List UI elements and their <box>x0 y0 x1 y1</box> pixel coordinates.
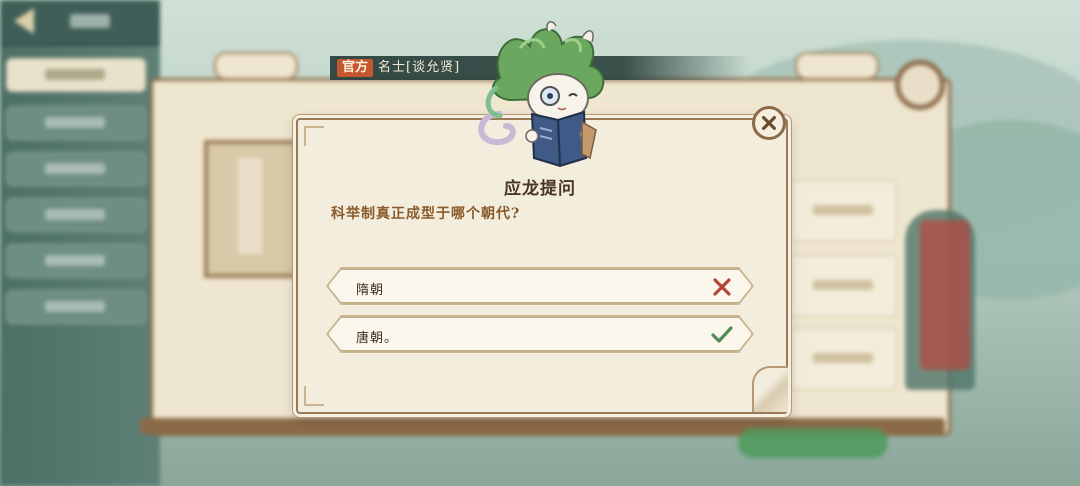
bg-tile <box>790 255 897 317</box>
speaker-name: 名士[谈允贤] <box>378 60 461 75</box>
page-curl <box>752 366 788 412</box>
official-badge: 官方 <box>337 59 374 77</box>
yinglong-mascot <box>478 21 605 168</box>
dialog-title: 应龙提问 <box>504 179 576 199</box>
question-text: 科举制真正成型于哪个朝代? <box>331 206 521 222</box>
answer-option-1[interactable]: 隋朝 <box>328 269 752 303</box>
answer-option-2[interactable]: 唐朝。 <box>328 317 752 351</box>
option-label: 唐朝。 <box>356 331 399 346</box>
bg-tile <box>790 328 897 390</box>
option-label: 隋朝 <box>356 283 385 298</box>
close-icon <box>762 116 776 130</box>
side-menu-item[interactable] <box>6 58 146 92</box>
left-menu-panel <box>0 0 160 486</box>
scroll-knob <box>895 60 945 110</box>
back-arrow-icon[interactable] <box>14 8 34 34</box>
top-back-bar <box>0 0 160 46</box>
side-menu-item[interactable] <box>6 290 146 324</box>
side-menu-item[interactable] <box>6 106 146 140</box>
bg-green-button <box>738 428 888 458</box>
check-icon <box>711 325 733 345</box>
hanging-scroll <box>204 140 302 278</box>
cross-icon <box>711 277 733 297</box>
side-menu-item[interactable] <box>6 244 146 278</box>
side-menu-item[interactable] <box>6 198 146 232</box>
close-button[interactable] <box>752 106 786 140</box>
